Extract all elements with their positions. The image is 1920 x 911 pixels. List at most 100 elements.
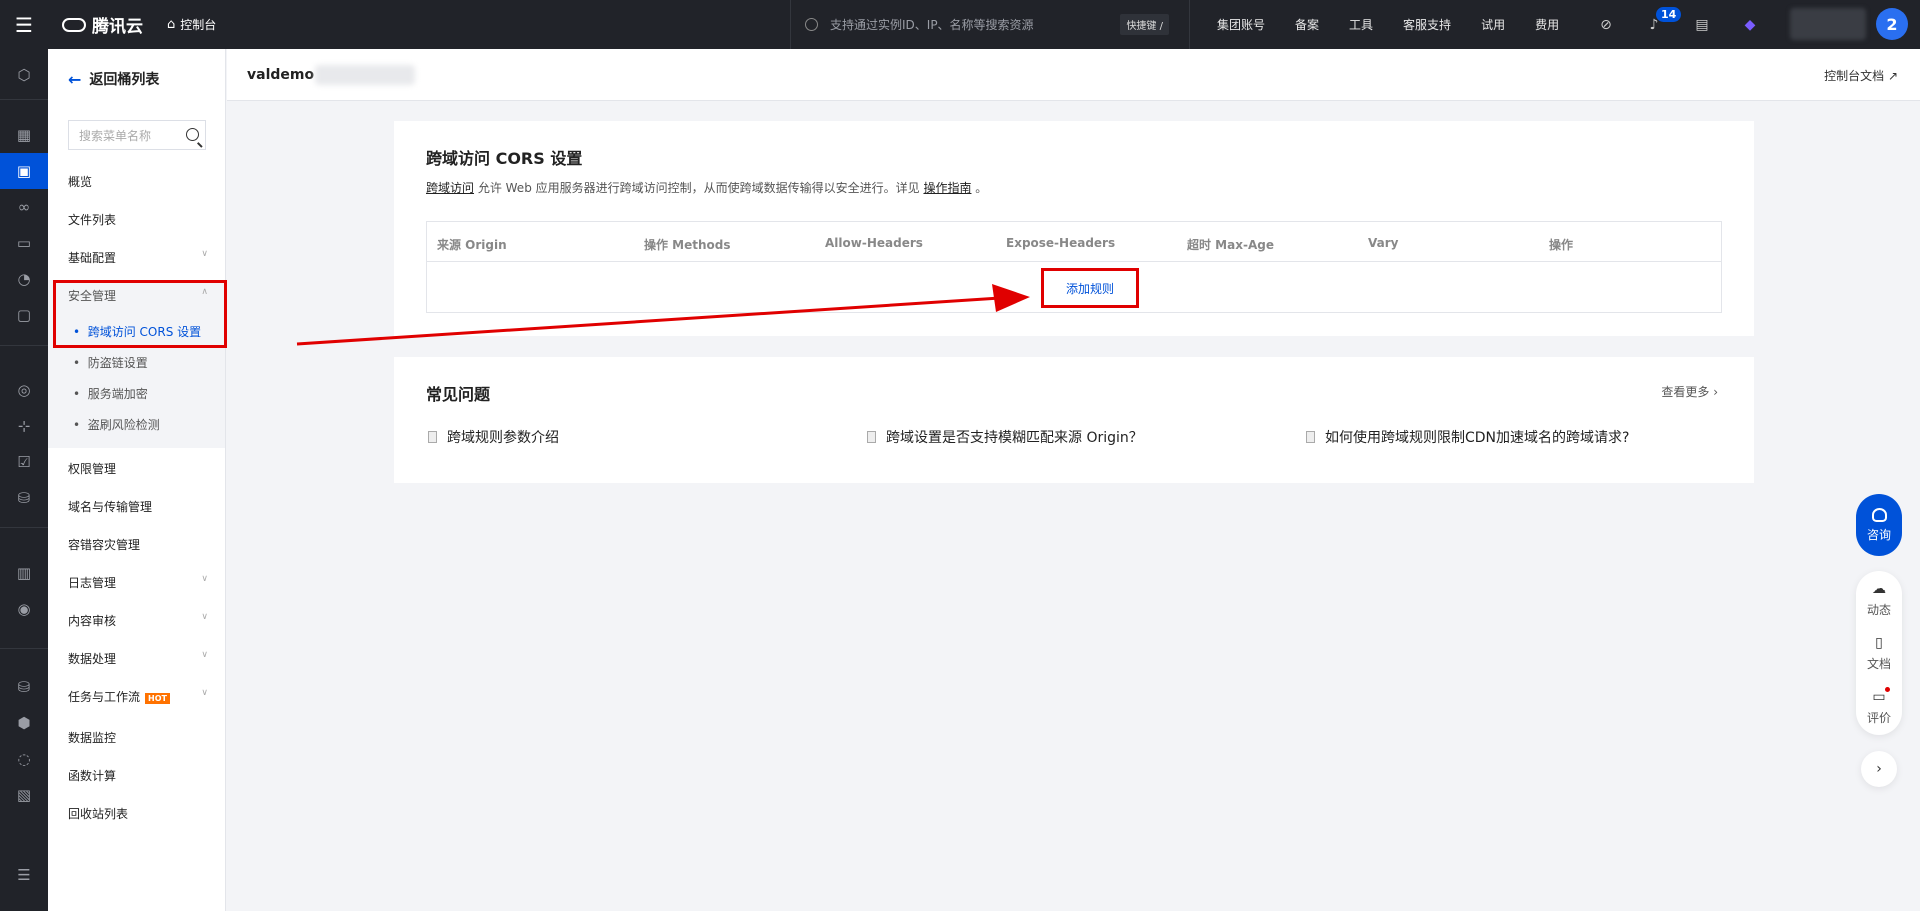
console-home-link[interactable]: ⌂ 控制台 [167,16,216,33]
sidebar-item-disaster-recovery[interactable]: 容错容灾管理 [68,536,208,553]
cors-title: 跨域访问 CORS 设置 [426,149,583,168]
bucket-sidebar: ← 返回桶列表 搜索菜单名称 概览 文件列表 基础配置 ∨ 安全管理 ∧ • 跨域访… [48,49,227,911]
updates-button[interactable]: ☁ 动态 [1856,581,1902,618]
blurred-account-name[interactable] [1790,8,1866,40]
nav-tools[interactable]: 工具 [1349,16,1373,33]
sidebar-item-workflow[interactable]: 任务与工作流 HOT ∨ [68,688,208,705]
back-label: 返回桶列表 [89,72,160,88]
chevron-right-icon: › [1876,761,1882,777]
content-header: valdemo 控制台文档 ↗ [227,49,1920,101]
chevron-down-icon: ∨ [201,688,208,698]
sidebar-item-functions[interactable]: 函数计算 [68,767,208,784]
back-to-bucket-list[interactable]: ← 返回桶列表 [68,69,159,89]
sidebar-item-data-processing[interactable]: 数据处理 ∨ [68,650,208,667]
column-origin: 来源 Origin [437,238,507,252]
trash-icon[interactable]: ▥ [0,555,48,591]
faq-item[interactable]: 跨域规则参数介绍 [428,427,559,447]
sidebar-item-domain-transfer[interactable]: 域名与传输管理 [68,498,208,515]
sidebar-item-file-list[interactable]: 文件列表 [68,211,208,228]
scan-icon[interactable]: ◉ [0,591,48,627]
faq-card: 常见问题 查看更多 › 跨域规则参数介绍 跨域设置是否支持模糊匹配来源 Orig… [394,357,1754,483]
pulse-icon[interactable]: ◌ [0,741,48,777]
sidebar-item-permissions[interactable]: 权限管理 [68,460,208,477]
nav-filing[interactable]: 备案 [1295,16,1319,33]
guide-link[interactable]: 操作指南 [923,181,971,195]
link-icon[interactable]: ∞ [0,189,48,225]
cloud-logo-icon [62,17,86,32]
sidebar-item-basic-config[interactable]: 基础配置 ∨ [68,249,208,266]
compass-icon[interactable]: ⊘ [1597,16,1615,34]
pie-chart-icon[interactable]: ◔ [0,261,48,297]
sidebar-item-content-review[interactable]: 内容审核 ∨ [68,612,208,629]
table-header: 来源 Origin 操作 Methods Allow-Headers Expos… [427,222,1721,262]
bell-icon[interactable]: ♪ 14 [1645,5,1683,34]
chevron-down-icon: ∨ [201,574,208,584]
consult-button[interactable]: 咨询 [1856,494,1902,556]
rail-divider [0,99,48,100]
rail-divider [0,527,48,528]
collapse-menu-icon[interactable]: ☰ [0,857,48,893]
ai-assistant-icon[interactable]: ◆ [1741,16,1759,34]
storage-box-icon[interactable]: ▢ [0,297,48,333]
nav-trial[interactable]: 试用 [1481,16,1505,33]
cart-icon[interactable]: ▤ [1693,16,1711,34]
sidebar-item-logs[interactable]: 日志管理 ∨ [68,574,208,591]
faq-item[interactable]: 如何使用跨域规则限制CDN加速域名的跨域请求? [1306,427,1629,447]
nav-support[interactable]: 客服支持 [1403,16,1451,33]
product-icon-rail: ⬡ ▦ ▣ ∞ ▭ ◔ ▢ ◎ ⊹ ☑ ⛁ ▥ ◉ ⛁ ⬢ ◌ ▧ ☰ [0,49,48,911]
home-icon: ⌂ [167,17,176,32]
sidebar-subitem-encryption[interactable]: • 服务端加密 [73,385,148,402]
docs-button[interactable]: ▯ 文档 [1856,635,1902,672]
chevron-down-icon: ∨ [201,650,208,660]
hamburger-menu-icon[interactable]: ☰ [0,0,48,49]
sidebar-subitem-risk-detection[interactable]: • 盗刷风险检测 [73,416,160,433]
cors-description: 跨域访问 允许 Web 应用服务器进行跨域访问控制，从而使跨域数据传输得以安全进… [426,181,988,195]
feedback-button[interactable]: ▭ 评价 [1856,687,1902,726]
calendar-icon[interactable]: ▭ [0,225,48,261]
flow-icon[interactable]: ⊹ [0,408,48,444]
global-search[interactable]: 支持通过实例ID、IP、名称等搜索资源 快捷键 / [790,0,1190,49]
top-nav: 集团账号 备案 工具 客服支持 试用 费用 [1217,0,1589,49]
server-icon[interactable]: ⛁ [0,669,48,705]
faq-item[interactable]: 跨域设置是否支持模糊匹配来源 Origin？ [867,427,1143,447]
cors-doc-link[interactable]: 跨域访问 [426,181,474,195]
top-right-icons: ⊘ ♪ 14 ▤ ◆ [1597,0,1759,49]
database-icon[interactable]: ⛁ [0,480,48,516]
console-doc-link[interactable]: 控制台文档 ↗ [1824,67,1898,84]
grid-icon[interactable]: ▦ [0,117,48,153]
faq-title: 常见问题 [426,385,491,404]
view-more-link[interactable]: 查看更多 › [1661,383,1718,400]
expand-toolbar-button[interactable]: › [1861,751,1897,787]
book-icon: ▯ [1875,635,1883,651]
chevron-down-icon: ∨ [201,249,208,259]
top-bar: ☰ 腾讯云 ⌂ 控制台 支持通过实例ID、IP、名称等搜索资源 快捷键 / 集团… [0,0,1920,49]
sidebar-subitem-hotlink[interactable]: • 防盗链设置 [73,354,148,371]
brand-logo[interactable]: 腾讯云 [62,12,143,37]
chevron-right-icon: › [1713,385,1718,399]
nav-billing[interactable]: 费用 [1535,16,1559,33]
shield-store-icon[interactable]: ▧ [0,777,48,813]
bucket-title: valdemo [247,67,315,83]
rail-divider [0,648,48,649]
menu-search-input[interactable]: 搜索菜单名称 [68,120,206,150]
chevron-down-icon: ∨ [201,612,208,622]
cube-icon[interactable]: ⬢ [0,705,48,741]
checklist-icon[interactable]: ☑ [0,444,48,480]
nav-group-account[interactable]: 集团账号 [1217,16,1265,33]
avatar[interactable]: 2 [1876,8,1908,40]
sidebar-item-overview[interactable]: 概览 [68,173,208,190]
gauge-icon[interactable]: ◎ [0,372,48,408]
shortcut-key-badge: 快捷键 / [1120,14,1169,35]
add-rule-button[interactable]: 添加规则 [1041,268,1139,308]
column-max-age: 超时 Max-Age [1187,238,1274,252]
rail-divider [0,345,48,346]
highlight-box-security [53,280,227,348]
hexagon-product-icon[interactable]: ⬡ [0,57,48,93]
floating-toolbar: ☁ 动态 ▯ 文档 ▭ 评价 [1856,571,1902,735]
unread-dot [1884,687,1890,692]
brand-name: 腾讯云 [92,17,143,37]
column-methods: 操作 Methods [644,238,731,252]
sidebar-item-recycle-bin[interactable]: 回收站列表 [68,805,208,822]
cos-storage-icon[interactable]: ▣ [0,153,48,189]
sidebar-item-monitoring[interactable]: 数据监控 [68,729,208,746]
